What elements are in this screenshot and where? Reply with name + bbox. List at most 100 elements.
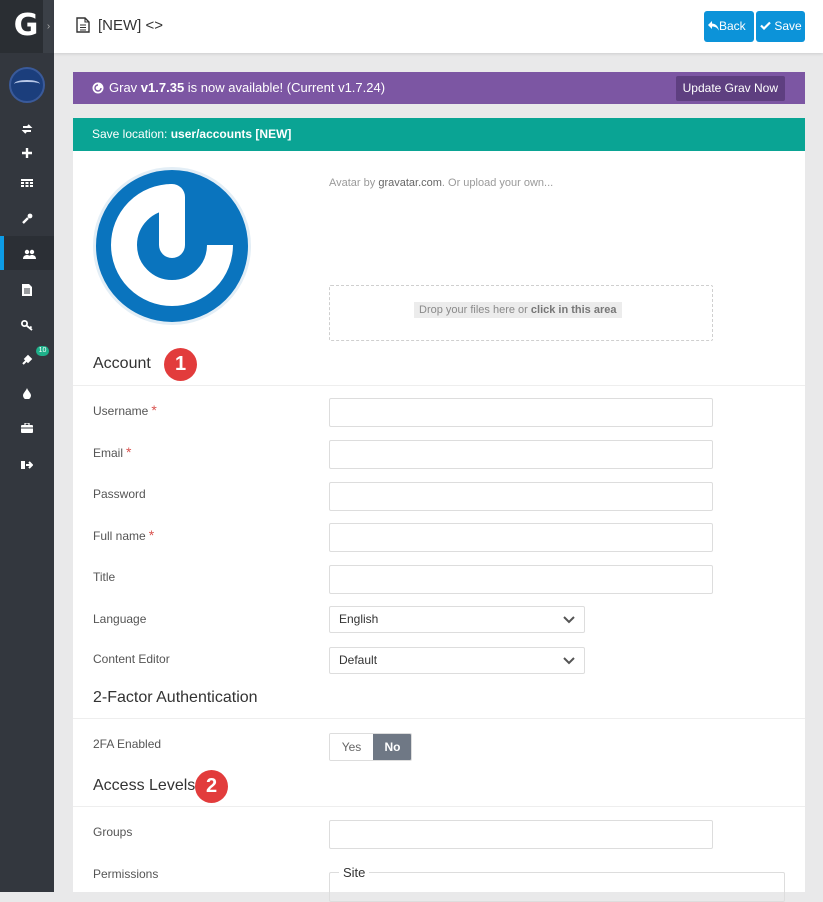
nav-users-keys[interactable] xyxy=(0,313,54,337)
access-levels-section-title: Access Levels xyxy=(93,777,196,794)
permissions-label: Permissions xyxy=(93,867,159,881)
annotation-marker-2: 2 xyxy=(195,770,228,803)
nav-themes[interactable] xyxy=(0,381,54,405)
gravatar-icon xyxy=(111,184,233,306)
username-required-mark: * xyxy=(151,402,157,418)
reply-icon xyxy=(708,21,719,31)
groups-label: Groups xyxy=(93,825,133,839)
email-label-text: Email xyxy=(93,446,124,460)
email-input[interactable] xyxy=(329,440,713,469)
page-icon xyxy=(76,17,90,33)
dashboard-icon xyxy=(21,179,33,188)
save-location-label: Save location: xyxy=(92,127,171,141)
password-label: Password xyxy=(93,487,146,501)
chevron-down-icon xyxy=(563,657,575,665)
plug-icon xyxy=(22,354,33,365)
save-location-path: user/accounts [NEW] xyxy=(170,127,292,141)
update-grav-button[interactable]: Update Grav Now xyxy=(675,76,785,101)
notice-current-version: v1.7.24 xyxy=(338,80,381,95)
twofa-divider xyxy=(73,718,805,719)
fullname-input[interactable] xyxy=(329,523,713,552)
key-icon xyxy=(21,320,33,332)
notice-new-version: v1.7.35 xyxy=(140,80,185,95)
save-button-label: Save xyxy=(774,19,802,33)
nav-logout[interactable] xyxy=(0,452,54,476)
nav-pages[interactable] xyxy=(0,277,54,301)
username-label-text: Username xyxy=(93,404,149,418)
grav-small-icon xyxy=(92,82,104,94)
update-notice-text: Grav v1.7.35 is now available! (Current … xyxy=(92,80,385,95)
briefcase-icon xyxy=(21,422,33,433)
twofa-section-title: 2-Factor Authentication xyxy=(93,689,258,706)
language-select-value: English xyxy=(339,612,379,626)
content-editor-label: Content Editor xyxy=(93,652,170,666)
notice-middle: is now available! (Current xyxy=(184,80,339,95)
nav-dashboard[interactable] xyxy=(0,171,54,195)
refresh-icon xyxy=(21,124,33,134)
nav-tools[interactable] xyxy=(0,415,54,439)
tint-icon xyxy=(23,388,31,400)
nav-refresh[interactable] xyxy=(0,116,54,140)
back-button[interactable]: Back xyxy=(704,11,754,42)
plugins-count-badge: 10 xyxy=(36,346,49,356)
page-title: [NEW] <> xyxy=(98,17,164,34)
grav-logo-letter: G xyxy=(13,8,39,43)
groups-input[interactable] xyxy=(329,820,713,849)
avatar-note-prefix: Avatar by xyxy=(329,177,379,189)
sidebar-expand-icon[interactable]: › xyxy=(43,0,54,53)
avatar-note: Avatar by gravatar.com. Or upload your o… xyxy=(329,177,553,189)
username-input[interactable] xyxy=(329,398,713,427)
back-button-label: Back xyxy=(719,19,746,33)
username-label: Username * xyxy=(93,402,157,418)
language-label: Language xyxy=(93,612,147,626)
fullname-required-mark: * xyxy=(148,527,155,543)
plus-icon xyxy=(22,147,32,158)
dropzone-click-link[interactable]: click in this area xyxy=(531,304,617,316)
nav-configuration[interactable] xyxy=(0,206,54,230)
notice-prefix: Grav xyxy=(109,80,141,95)
twofa-no-option[interactable]: No xyxy=(373,734,411,760)
site-avatar[interactable] xyxy=(9,67,45,103)
account-form-panel: Avatar by gravatar.com. Or upload your o… xyxy=(73,151,805,902)
title-input[interactable] xyxy=(329,565,713,594)
site-legend: Site xyxy=(339,865,370,880)
access-divider xyxy=(73,806,805,807)
sign-out-icon xyxy=(21,460,33,469)
fullname-label: Full name * xyxy=(93,527,154,543)
language-select[interactable]: English xyxy=(329,606,585,633)
gravatar-link[interactable]: gravatar.com xyxy=(378,177,442,189)
check-icon xyxy=(760,21,771,31)
account-section-title: Account xyxy=(93,355,151,372)
email-label: Email * xyxy=(93,444,131,460)
title-label: Title xyxy=(93,570,116,584)
account-divider xyxy=(73,385,805,386)
sidebar: G › 10 xyxy=(0,0,54,892)
annotation-marker-1: 1 xyxy=(164,348,197,381)
permissions-site-fieldset: Site xyxy=(329,865,785,902)
nav-add[interactable] xyxy=(0,140,54,164)
top-bar: [NEW] <> Back Save xyxy=(54,0,823,53)
save-location-bar: Save location: user/accounts [NEW] xyxy=(73,118,805,151)
email-required-mark: * xyxy=(126,444,132,460)
avatar-note-suffix: . Or upload your own... xyxy=(441,177,554,189)
avatar-dropzone[interactable]: Drop your files here or click in this ar… xyxy=(329,285,713,341)
twofa-yes-option[interactable]: Yes xyxy=(330,734,373,760)
notice-suffix: ) xyxy=(380,80,386,95)
dropzone-text: Drop your files here or click in this ar… xyxy=(414,302,622,318)
fullname-label-text: Full name xyxy=(93,529,146,543)
dropzone-prefix: Drop your files here or xyxy=(419,304,531,316)
wrench-icon xyxy=(21,213,32,225)
content-editor-select-value: Default xyxy=(339,653,378,667)
nav-accounts[interactable] xyxy=(0,236,54,270)
twofa-enabled-label: 2FA Enabled xyxy=(93,737,162,751)
save-button[interactable]: Save xyxy=(756,11,805,42)
user-avatar xyxy=(93,167,251,325)
password-input[interactable] xyxy=(329,482,713,511)
update-notice: Grav v1.7.35 is now available! (Current … xyxy=(73,72,805,104)
content-editor-select[interactable]: Default xyxy=(329,647,585,674)
chevron-down-icon xyxy=(563,616,575,624)
twofa-toggle[interactable]: Yes No xyxy=(329,733,412,761)
users-icon xyxy=(22,249,36,259)
grav-logo[interactable]: G › xyxy=(0,0,54,53)
pages-icon xyxy=(22,283,32,296)
